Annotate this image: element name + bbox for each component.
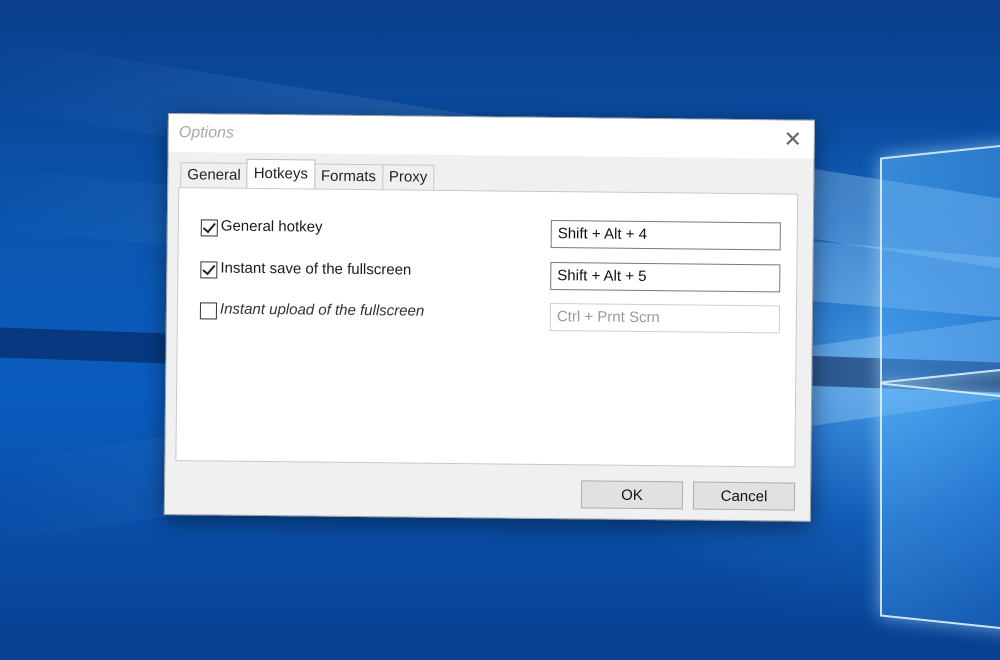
instant-save-label: Instant save of the fullscreen [220,259,412,279]
ok-button[interactable]: OK [580,480,684,510]
general-hotkey-label: General hotkey [220,217,323,236]
instant-upload-input[interactable]: Ctrl + Prnt Scrn [549,303,781,334]
hotkey-row-general: General hotkey Shift + Alt + 4 [179,216,797,256]
tab-general[interactable]: General [180,162,248,188]
instant-save-input[interactable]: Shift + Alt + 5 [550,262,781,293]
dialog-title: Options [178,124,235,142]
instant-save-checkbox[interactable] [200,261,218,279]
cancel-button[interactable]: Cancel [692,481,796,511]
close-icon[interactable]: ✕ [780,126,806,152]
tab-formats[interactable]: Formats [313,163,384,190]
hotkey-row-save-fullscreen: Instant save of the fullscreen Shift + A… [178,258,796,298]
general-hotkey-checkbox[interactable] [200,219,218,237]
windows-logo-pane-top [880,142,1000,384]
title-bar: Options ✕ [168,114,814,159]
windows-logo-pane-bottom [880,382,1000,632]
instant-upload-label: Instant upload of the fullscreen [219,300,425,320]
options-dialog: Options ✕ General Hotkeys Formats Proxy … [163,113,815,522]
desktop-background: Options ✕ General Hotkeys Formats Proxy … [0,0,1000,660]
tab-hotkeys[interactable]: Hotkeys [246,158,316,189]
tab-strip: General Hotkeys Formats Proxy [180,158,435,190]
hotkey-row-upload-fullscreen: Instant upload of the fullscreen Ctrl + … [178,299,796,339]
hotkeys-panel: General hotkey Shift + Alt + 4 Instant s… [175,187,799,468]
checkmark-icon [202,219,216,234]
checkmark-icon [202,261,216,276]
instant-upload-checkbox[interactable] [199,302,218,320]
tab-proxy[interactable]: Proxy [381,164,435,190]
general-hotkey-input[interactable]: Shift + Alt + 4 [550,220,781,251]
